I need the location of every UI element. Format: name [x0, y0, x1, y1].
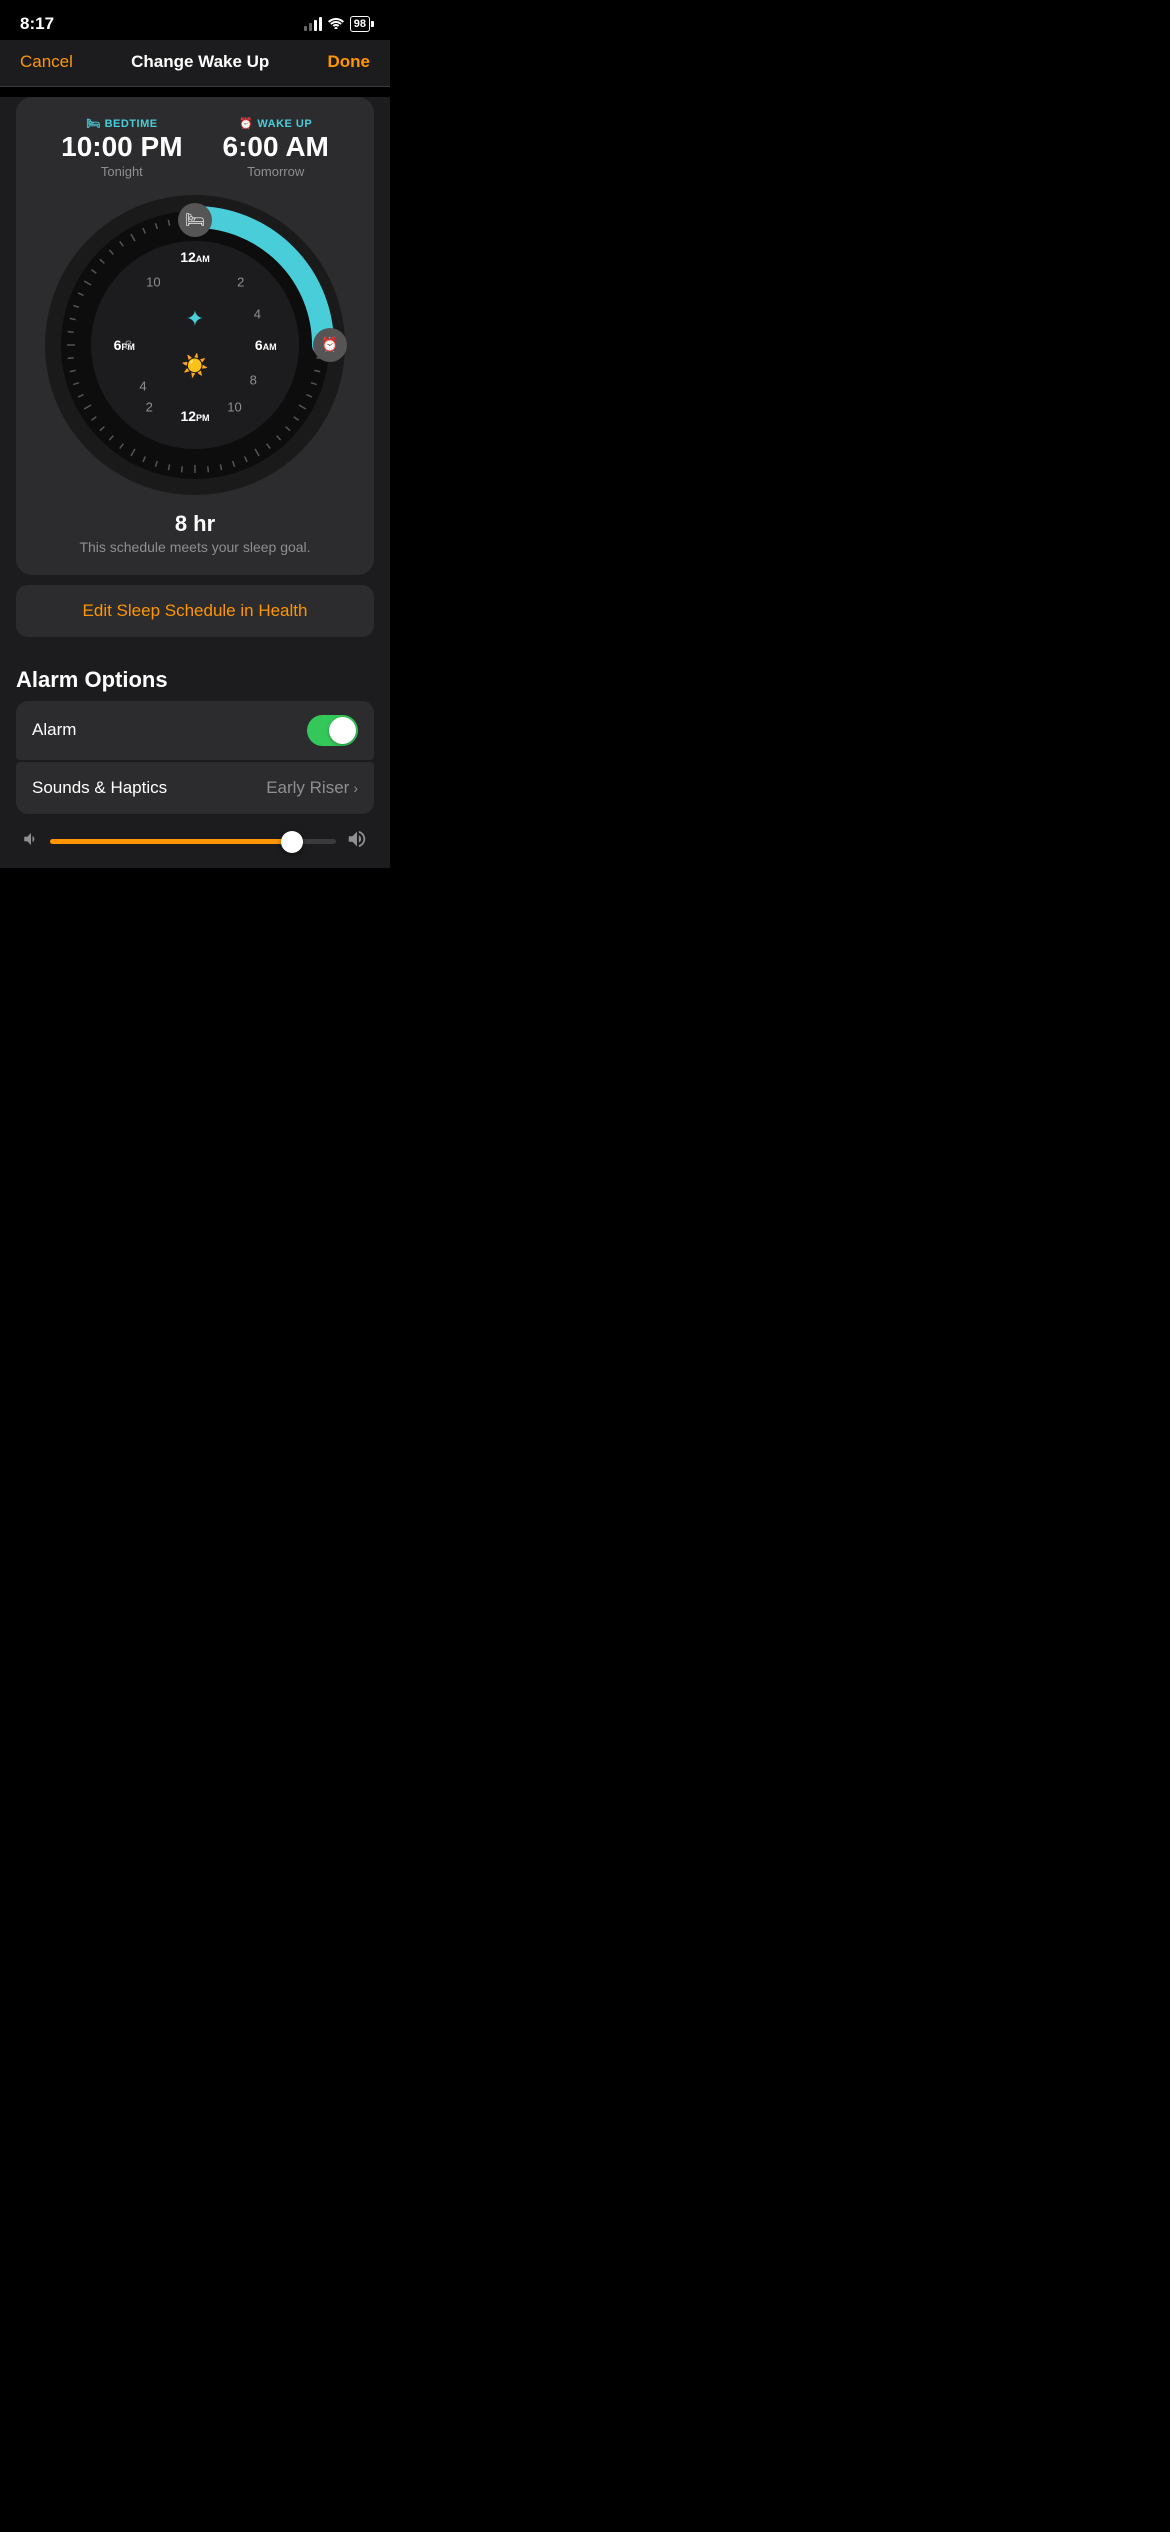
clock-label-midnight: 12AM	[180, 249, 210, 265]
wakeup-handle[interactable]: ⏰	[313, 328, 347, 362]
sounds-haptics-row[interactable]: Sounds & Haptics Early Riser ›	[16, 762, 374, 814]
bedtime-handle[interactable]: 🛏	[178, 203, 212, 237]
page-title: Change Wake Up	[131, 52, 269, 72]
clock-label-6am: 6AM	[255, 337, 277, 353]
volume-row	[16, 816, 374, 868]
clock-num-2pm: 2	[146, 400, 153, 415]
sun-icon: ☀️	[181, 353, 208, 379]
bedtime-label: 🛏 BEDTIME	[61, 117, 182, 130]
bed-handle-icon: 🛏	[185, 210, 205, 230]
status-time: 8:17	[20, 14, 54, 34]
clock-num-10pm: 10	[227, 400, 241, 415]
alarm-row: Alarm	[16, 701, 374, 760]
done-button[interactable]: Done	[328, 52, 371, 72]
volume-thumb[interactable]	[281, 831, 303, 853]
wakeup-item: ⏰ WAKE UP 6:00 AM Tomorrow	[223, 117, 329, 179]
alarm-label: Alarm	[32, 720, 76, 740]
duration-subtitle: This schedule meets your sleep goal.	[32, 539, 358, 555]
volume-slider-track[interactable]	[50, 839, 336, 844]
battery-icon: 98	[350, 16, 370, 32]
status-bar: 8:17 98	[0, 0, 390, 40]
clock-center-sun: ☀️	[181, 353, 208, 379]
clock-num-4: 4	[254, 306, 261, 321]
clock-num-8pm: 8	[125, 337, 132, 352]
sounds-haptics-value: Early Riser	[266, 778, 349, 798]
schedule-header: 🛏 BEDTIME 10:00 PM Tonight ⏰ WAKE UP 6:0…	[32, 117, 358, 179]
toggle-knob	[329, 717, 356, 744]
sleep-clock[interactable]: 12AM 12PM 6AM 6PM 2 4 8 10 8 4	[45, 195, 345, 495]
clock-label-noon: 12PM	[180, 408, 209, 424]
sounds-haptics-label: Sounds & Haptics	[32, 778, 167, 798]
bedtime-time[interactable]: 10:00 PM	[61, 132, 182, 163]
bedtime-item: 🛏 BEDTIME 10:00 PM Tonight	[61, 117, 182, 179]
sounds-haptics-value-container: Early Riser ›	[266, 778, 358, 798]
status-icons: 98	[304, 16, 370, 32]
nav-bar: Cancel Change Wake Up Done	[0, 40, 390, 87]
wifi-icon	[328, 16, 344, 32]
sleep-duration: 8 hr This schedule meets your sleep goal…	[32, 511, 358, 555]
bed-icon: 🛏	[86, 117, 100, 130]
edit-health-button[interactable]: Edit Sleep Schedule in Health	[16, 585, 374, 637]
bedtime-day: Tonight	[61, 164, 182, 179]
sleep-schedule-card: 🛏 BEDTIME 10:00 PM Tonight ⏰ WAKE UP 6:0…	[16, 97, 374, 575]
main-content: 🛏 BEDTIME 10:00 PM Tonight ⏰ WAKE UP 6:0…	[0, 97, 390, 868]
chevron-icon: ›	[353, 780, 358, 796]
signal-icon	[304, 17, 322, 31]
wakeup-day: Tomorrow	[223, 164, 329, 179]
alarm-toggle[interactable]	[307, 715, 358, 746]
volume-fill	[50, 839, 293, 844]
clock-num-2: 2	[237, 275, 244, 290]
volume-high-icon	[346, 828, 368, 856]
alarm-handle-icon: ⏰	[321, 336, 338, 353]
clock-center: ✦	[186, 306, 204, 334]
clock-face: 12AM 12PM 6AM 6PM 2 4 8 10 8 4	[91, 241, 299, 449]
cancel-button[interactable]: Cancel	[20, 52, 73, 72]
alarm-options-title: Alarm Options	[0, 647, 390, 701]
clock-num-10: 10	[146, 275, 160, 290]
sparkle-icon: ✦	[186, 306, 204, 332]
alarm-icon: ⏰	[239, 117, 253, 130]
wakeup-time[interactable]: 6:00 AM	[223, 132, 329, 163]
clock-num-4pm: 4	[139, 379, 146, 394]
clock-num-8am: 8	[250, 373, 257, 388]
wakeup-label: ⏰ WAKE UP	[223, 117, 329, 130]
volume-low-icon	[22, 830, 40, 853]
duration-hours: 8 hr	[32, 511, 358, 537]
